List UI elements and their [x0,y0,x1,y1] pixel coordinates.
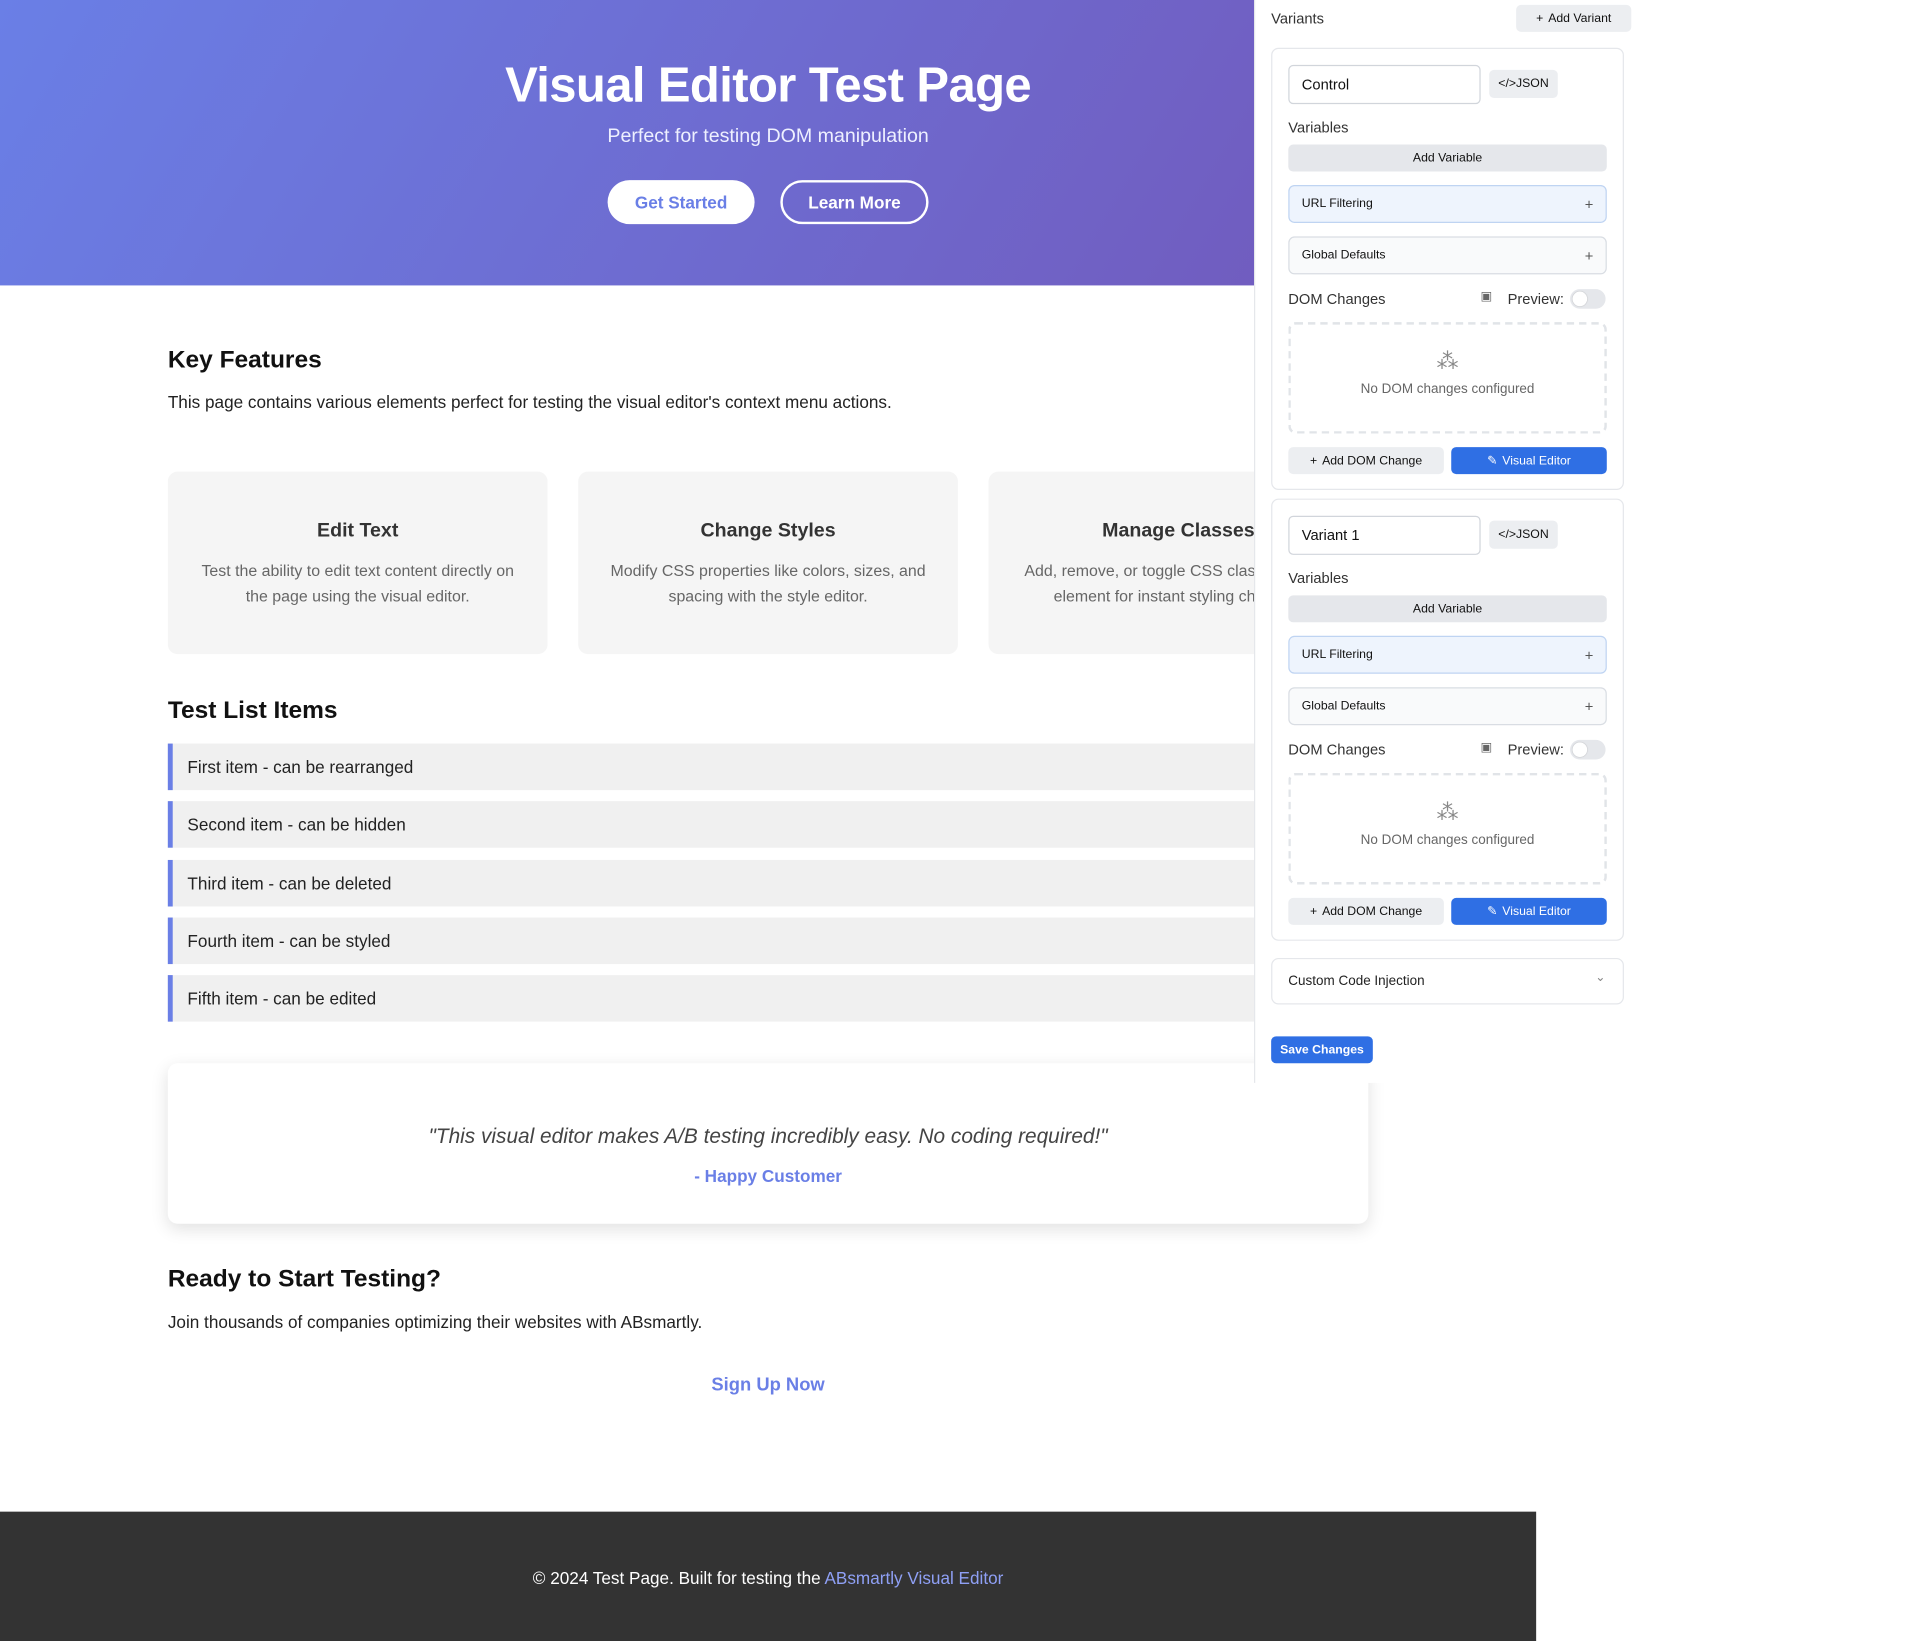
code-icon: </> [1498,77,1517,91]
json-label: JSON [1516,527,1549,542]
custom-code-injection-section[interactable]: Custom Code Injection ⌄ [1271,957,1624,1005]
global-defaults-section[interactable]: Global Defaults + [1288,236,1607,275]
testimonial: "This visual editor makes A/B testing in… [167,1063,1369,1224]
empty-state-text: No DOM changes configured [1360,833,1535,848]
preview-toggle[interactable] [1570,289,1606,309]
add-variable-button[interactable]: Add Variable [1288,595,1607,623]
sidebar-title: Variants [1271,9,1324,27]
empty-state-text: No DOM changes configured [1360,382,1535,397]
url-filtering-label: URL Filtering [1301,648,1373,662]
dom-changes-empty-state: ⁂ No DOM changes configured [1288,322,1607,434]
visual-editor-label: Visual Editor [1502,904,1571,919]
features-title: Key Features [167,346,322,374]
visual-editor-label: Visual Editor [1502,453,1571,468]
add-variant-label: Add Variant [1548,11,1612,26]
list-item: Fifth item - can be edited [167,975,1369,1022]
add-variant-button[interactable]: + Add Variant [1516,4,1632,32]
list-item: First item - can be rearranged [167,743,1369,791]
footer-link[interactable]: ABsmartly Visual Editor [824,1568,1003,1588]
list-item: Fourth item - can be styled [167,917,1369,965]
plus-icon: + [1584,247,1594,265]
feature-card-change-styles: Change Styles Modify CSS properties like… [578,471,958,655]
global-defaults-label: Global Defaults [1301,699,1386,713]
plus-icon: + [1310,453,1318,468]
list-item: Second item - can be hidden [167,801,1369,848]
plus-icon: + [1584,646,1594,664]
clipboard-icon[interactable]: ▣ [1481,741,1493,754]
footer-text: © 2024 Test Page. Built for testing the [532,1568,821,1588]
pencil-icon: ✎ [1487,904,1498,919]
toggle-knob [1572,742,1588,758]
plus-icon: + [1584,196,1594,214]
feature-card-title: Change Styles [700,520,836,542]
visual-editor-button[interactable]: ✎ Visual Editor [1451,447,1607,475]
plus-icon: + [1536,11,1544,26]
cursor-click-icon: ⁂ [1436,799,1459,825]
url-filtering-section[interactable]: URL Filtering + [1288,635,1607,674]
add-dom-change-button[interactable]: + Add DOM Change [1288,897,1444,925]
learn-more-button[interactable]: Learn More [780,180,929,225]
code-icon: </> [1498,527,1517,542]
clipboard-icon[interactable]: ▣ [1481,290,1493,303]
feature-card-text: Test the ability to edit text content di… [201,561,514,606]
variables-label: Variables [1288,569,1349,587]
features-description: This page contains various elements perf… [167,392,892,412]
preview-label: Preview: [1507,290,1564,308]
global-defaults-section[interactable]: Global Defaults + [1288,687,1607,726]
save-changes-button[interactable]: Save Changes [1271,1036,1373,1064]
plus-icon: + [1584,698,1594,716]
variant-card-control: </> JSON Variables Add Variable URL Filt… [1271,47,1624,491]
visual-editor-button[interactable]: ✎ Visual Editor [1451,897,1607,925]
url-filtering-label: URL Filtering [1301,197,1373,211]
cta-text: Join thousands of companies optimizing t… [167,1311,703,1332]
cursor-click-icon: ⁂ [1436,349,1459,374]
url-filtering-section[interactable]: URL Filtering + [1288,184,1607,223]
pencil-icon: ✎ [1487,453,1498,468]
dom-changes-label: DOM Changes [1288,741,1386,759]
preview-toggle[interactable] [1570,739,1606,760]
json-button[interactable]: </> JSON [1489,69,1558,98]
sign-up-link[interactable]: Sign Up Now [0,1374,1536,1395]
feature-card-title: Edit Text [317,520,399,542]
get-started-button[interactable]: Get Started [607,180,755,225]
add-dom-change-label: Add DOM Change [1322,453,1423,468]
json-label: JSON [1516,77,1549,91]
feature-card-edit-text: Edit Text Test the ability to edit text … [167,471,548,655]
variant-name-input[interactable] [1288,515,1481,555]
testimonial-author: - Happy Customer [694,1166,842,1186]
footer: © 2024 Test Page. Built for testing the … [0,1511,1537,1641]
global-defaults-label: Global Defaults [1301,248,1386,263]
variables-label: Variables [1288,118,1349,136]
testimonial-quote: "This visual editor makes A/B testing in… [428,1124,1108,1148]
json-button[interactable]: </> JSON [1489,520,1558,549]
footer-text-line: © 2024 Test Page. Built for testing the … [0,1568,1536,1588]
list-item: Third item - can be deleted [167,859,1369,907]
add-dom-change-label: Add DOM Change [1322,904,1423,919]
add-dom-change-button[interactable]: + Add DOM Change [1288,447,1444,475]
add-variable-button[interactable]: Add Variable [1288,144,1607,172]
cta-title: Ready to Start Testing? [167,1265,441,1293]
variant-card-variant-1: </> JSON Variables Add Variable URL Filt… [1271,498,1624,941]
dom-changes-label: DOM Changes [1288,290,1386,308]
plus-icon: + [1310,904,1318,919]
toggle-knob [1572,291,1588,307]
variants-sidebar: Variants + Add Variant </> JSON Variable… [1254,0,1637,1083]
feature-card-text: Modify CSS properties like colors, sizes… [610,561,926,606]
dom-changes-empty-state: ⁂ No DOM changes configured [1288,772,1607,885]
list-title: Test List Items [167,697,338,724]
variant-name-input[interactable] [1288,64,1481,105]
chevron-down-icon: ⌄ [1595,971,1606,985]
custom-code-label: Custom Code Injection [1288,973,1425,989]
preview-label: Preview: [1507,741,1564,759]
